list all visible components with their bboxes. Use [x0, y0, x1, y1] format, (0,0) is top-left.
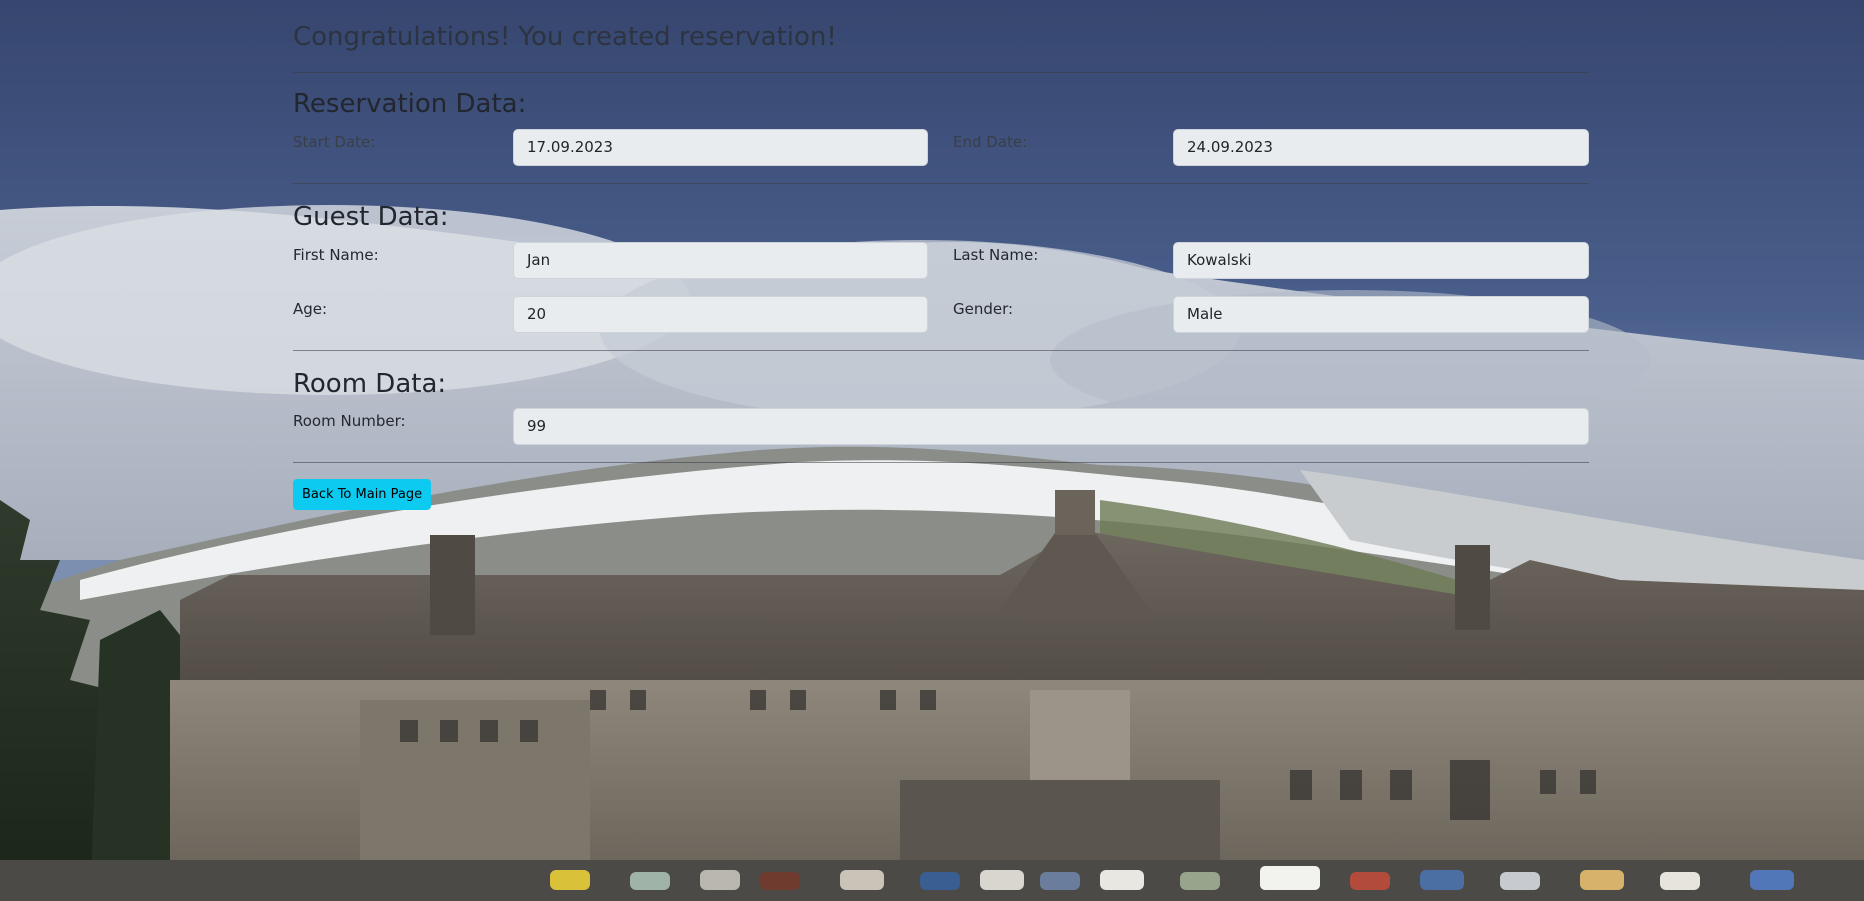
end-date-label: End Date: [953, 133, 1028, 151]
first-name-label: First Name: [293, 246, 379, 264]
divider [293, 72, 1589, 73]
room-section-title: Room Data: [293, 369, 447, 399]
divider [293, 462, 1589, 463]
start-date-label: Start Date: [293, 133, 376, 151]
room-number-label: Room Number: [293, 412, 406, 430]
guest-section-title: Guest Data: [293, 202, 449, 232]
divider [293, 350, 1589, 351]
gender-label: Gender: [953, 300, 1014, 318]
back-to-main-page-button[interactable]: Back To Main Page [293, 479, 432, 510]
divider [293, 183, 1589, 184]
page-title: Congratulations! You created reservation… [293, 22, 837, 52]
age-field[interactable]: 20 [513, 296, 928, 333]
room-number-field[interactable]: 99 [513, 408, 1589, 445]
gender-field[interactable]: Male [1173, 296, 1589, 333]
end-date-field[interactable]: 24.09.2023 [1173, 129, 1589, 166]
last-name-label: Last Name: [953, 246, 1039, 264]
reservation-section-title: Reservation Data: [293, 89, 527, 119]
start-date-field[interactable]: 17.09.2023 [513, 129, 928, 166]
last-name-field[interactable]: Kowalski [1173, 242, 1589, 279]
first-name-field[interactable]: Jan [513, 242, 928, 279]
age-label: Age: [293, 300, 328, 318]
